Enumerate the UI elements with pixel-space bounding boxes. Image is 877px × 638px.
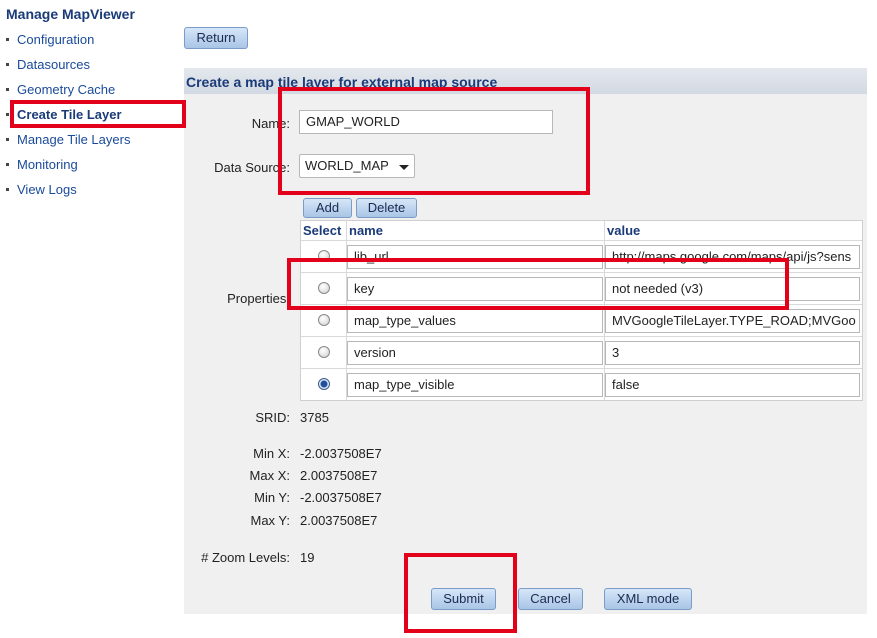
bullet-icon bbox=[6, 188, 9, 192]
bullet-icon bbox=[6, 163, 9, 167]
miny-label: Min Y: bbox=[254, 490, 290, 505]
bullet-icon bbox=[6, 38, 9, 42]
sidebar-item-manage-tile-layers[interactable]: Manage Tile Layers bbox=[6, 130, 130, 150]
datasource-value: WORLD_MAP bbox=[305, 158, 389, 173]
sidebar-item-label: Manage Tile Layers bbox=[17, 132, 131, 147]
sidebar-item-configuration[interactable]: Configuration bbox=[6, 30, 94, 50]
datasource-label: Data Source: bbox=[214, 160, 290, 175]
row-divider bbox=[301, 368, 862, 369]
miny-value: -2.0037508E7 bbox=[300, 490, 382, 505]
maxx-label: Max X: bbox=[249, 468, 290, 483]
sidebar-item-label: Geometry Cache bbox=[17, 82, 116, 97]
property-value-input[interactable]: not needed (v3) bbox=[605, 277, 860, 301]
property-name-input[interactable]: map_type_visible bbox=[347, 373, 603, 397]
sidebar-title: Manage MapViewer bbox=[6, 6, 135, 22]
chevron-down-icon bbox=[399, 165, 409, 170]
properties-label: Properties: bbox=[227, 291, 290, 306]
row-select-radio[interactable] bbox=[318, 346, 330, 358]
maxy-value: 2.0037508E7 bbox=[300, 513, 378, 528]
zoom-levels-label: # Zoom Levels: bbox=[201, 550, 290, 565]
maxx-value: 2.0037508E7 bbox=[300, 468, 378, 483]
sidebar-item-label: Configuration bbox=[17, 32, 95, 47]
sidebar-item-label: View Logs bbox=[17, 182, 77, 197]
properties-grid: Select name value lib_url http://maps.go… bbox=[300, 220, 863, 401]
sidebar-item-view-logs[interactable]: View Logs bbox=[6, 180, 77, 200]
sidebar-item-create-tile-layer[interactable]: Create Tile Layer bbox=[6, 105, 122, 125]
return-button[interactable]: Return bbox=[184, 27, 248, 49]
srid-value: 3785 bbox=[300, 410, 329, 425]
column-header-value: value bbox=[607, 223, 641, 238]
row-divider bbox=[301, 304, 862, 305]
sidebar-item-datasources[interactable]: Datasources bbox=[6, 55, 90, 75]
row-select-radio[interactable] bbox=[318, 314, 330, 326]
delete-property-button[interactable]: Delete bbox=[356, 198, 417, 218]
datasource-select[interactable]: WORLD_MAP bbox=[299, 154, 415, 178]
property-value-input[interactable]: http://maps.google.com/maps/api/js?sens bbox=[605, 245, 860, 269]
property-value-input[interactable]: 3 bbox=[605, 341, 860, 365]
column-header-select: Select bbox=[303, 223, 342, 238]
row-select-radio[interactable] bbox=[318, 282, 330, 294]
minx-value: -2.0037508E7 bbox=[300, 446, 382, 461]
bullet-icon bbox=[6, 88, 9, 92]
bullet-icon bbox=[6, 138, 9, 142]
submit-button[interactable]: Submit bbox=[431, 588, 496, 610]
sidebar-item-label: Monitoring bbox=[17, 157, 78, 172]
name-input[interactable]: GMAP_WORLD bbox=[299, 110, 553, 134]
sidebar-item-geometry-cache[interactable]: Geometry Cache bbox=[6, 80, 115, 100]
maxy-label: Max Y: bbox=[250, 513, 290, 528]
column-header-name: name bbox=[349, 223, 383, 238]
sidebar-item-label: Create Tile Layer bbox=[17, 107, 122, 122]
sidebar-item-label: Datasources bbox=[17, 57, 90, 72]
property-name-input[interactable]: lib_url bbox=[347, 245, 603, 269]
row-select-radio[interactable] bbox=[318, 250, 330, 262]
row-divider bbox=[301, 336, 862, 337]
minx-label: Min X: bbox=[253, 446, 290, 461]
zoom-levels-value: 19 bbox=[300, 550, 315, 565]
property-name-input[interactable]: key bbox=[347, 277, 603, 301]
name-label: Name: bbox=[251, 116, 290, 131]
form-title: Create a map tile layer for external map… bbox=[184, 68, 867, 94]
property-name-input[interactable]: map_type_values bbox=[347, 309, 603, 333]
property-name-input[interactable]: version bbox=[347, 341, 603, 365]
row-divider bbox=[301, 272, 862, 273]
property-value-input[interactable]: false bbox=[605, 373, 860, 397]
bullet-icon bbox=[6, 113, 9, 117]
row-divider bbox=[301, 240, 862, 241]
xml-mode-button[interactable]: XML mode bbox=[604, 588, 692, 610]
sidebar-item-monitoring[interactable]: Monitoring bbox=[6, 155, 78, 175]
bullet-icon bbox=[6, 63, 9, 67]
add-property-button[interactable]: Add bbox=[303, 198, 352, 218]
srid-label: SRID: bbox=[255, 410, 290, 425]
property-value-input[interactable]: MVGoogleTileLayer.TYPE_ROAD;MVGoo bbox=[605, 309, 860, 333]
cancel-button[interactable]: Cancel bbox=[518, 588, 583, 610]
row-select-radio[interactable] bbox=[318, 378, 330, 390]
